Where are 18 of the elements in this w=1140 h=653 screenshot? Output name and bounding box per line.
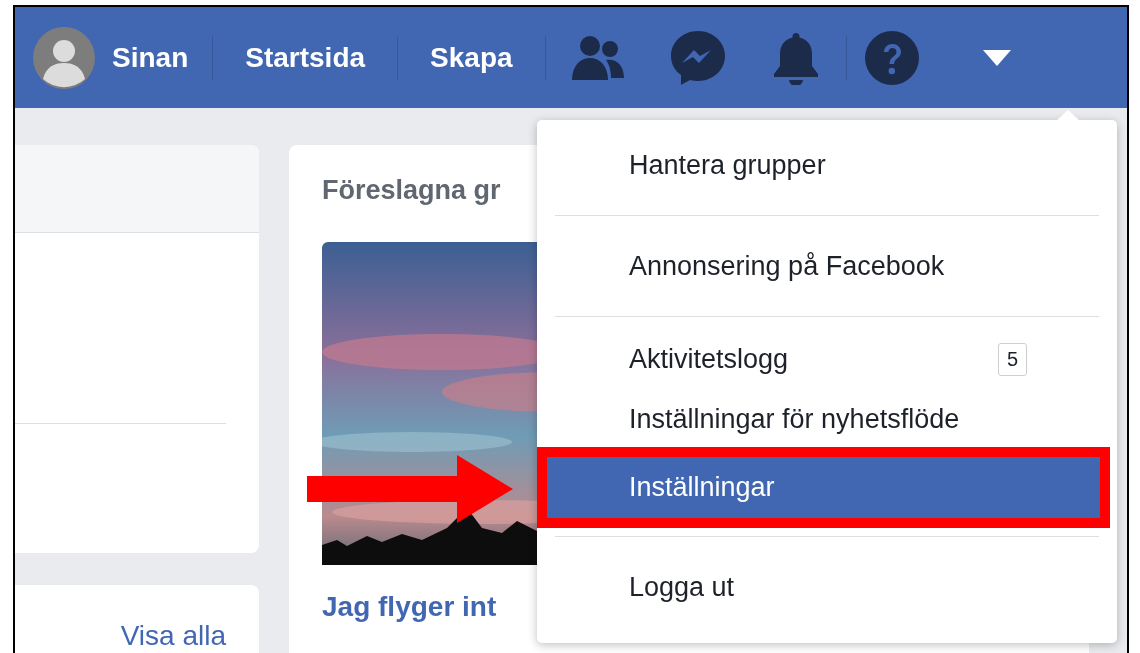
people-icon[interactable]: [569, 33, 626, 82]
nav-link[interactable]: Skapa: [398, 41, 545, 74]
group-title-link[interactable]: Jag flyger int: [322, 591, 497, 623]
menu-item[interactable]: Hantera grupper: [537, 125, 1117, 205]
card-title: Föreslagna gr: [322, 175, 502, 206]
help-icon[interactable]: [863, 29, 920, 86]
menu-item[interactable]: Inställningar för nyhetsflöde: [537, 391, 1117, 447]
menu-item[interactable]: Inställningar: [547, 457, 1100, 518]
menu-item[interactable]: Logga ut: [537, 547, 1117, 627]
menu-item[interactable]: Annonsering på Facebook: [537, 226, 1117, 306]
menu-item[interactable]: Aktivitetslogg 5: [537, 327, 1117, 391]
messenger-icon[interactable]: [668, 28, 727, 87]
caret-icon[interactable]: [981, 48, 1012, 67]
count-badge: 5: [997, 342, 1027, 376]
nav-link[interactable]: Startsida: [213, 41, 398, 74]
see-all-link[interactable]: Visa alla: [120, 619, 226, 653]
avatar[interactable]: [33, 26, 95, 89]
profile-name[interactable]: Sinan: [95, 41, 213, 74]
